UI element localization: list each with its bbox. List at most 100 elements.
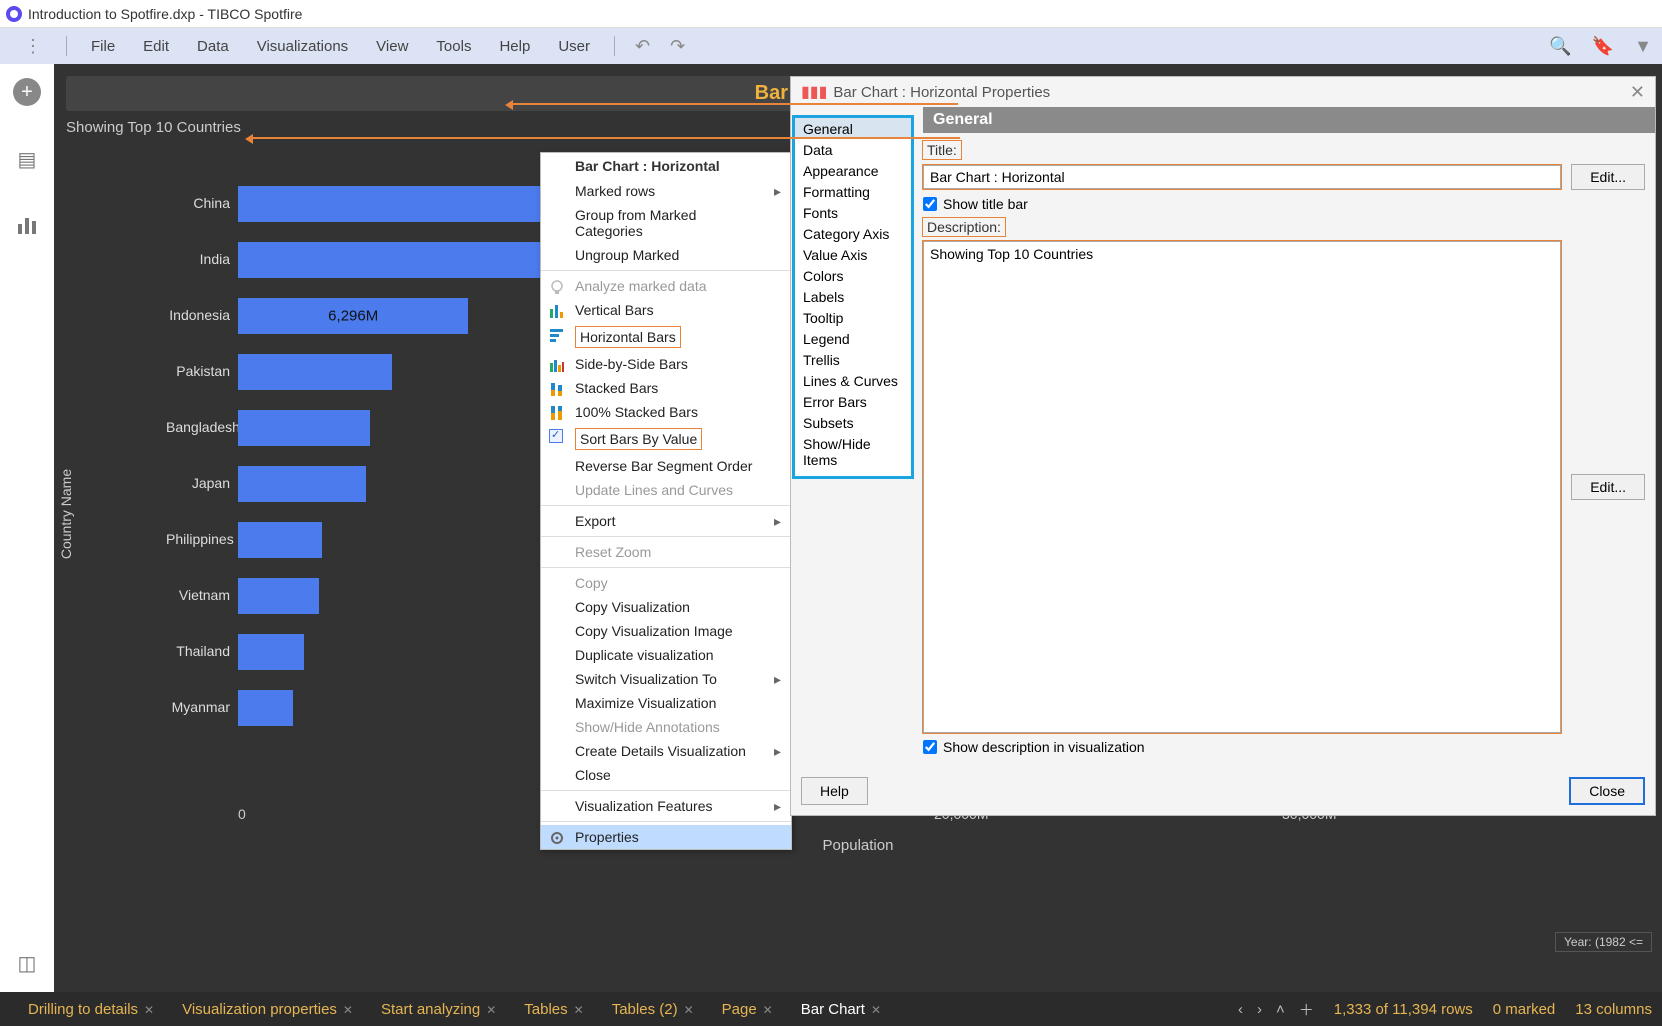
bar-rect[interactable]: 6,296M [238,298,468,334]
menu-user[interactable]: User [544,38,604,55]
page-tab[interactable]: Tables✕ [510,1001,597,1018]
bar-rect[interactable] [238,634,304,670]
search-icon[interactable]: 🔍 [1549,36,1571,57]
context-menu-item[interactable]: Switch Visualization To [541,667,791,691]
context-menu-item[interactable]: Maximize Visualization [541,691,791,715]
edit-title-button[interactable]: Edit... [1571,164,1645,190]
tab-prev-icon[interactable]: ‹ [1238,1001,1243,1018]
tab-close-icon[interactable]: ✕ [343,1003,353,1017]
tab-close-icon[interactable]: ✕ [486,1003,496,1017]
barchart-icon[interactable] [14,212,40,238]
context-menu-item[interactable]: Create Details Visualization [541,739,791,763]
properties-category-item[interactable]: Appearance [795,160,911,181]
properties-category-item[interactable]: Value Axis [795,244,911,265]
properties-category-item[interactable]: Trellis [795,349,911,370]
year-filter-box[interactable]: Year: (1982 <= [1555,932,1652,952]
page-tab-label: Tables (2) [612,1001,678,1018]
context-menu-item[interactable]: Copy Visualization [541,595,791,619]
page-tab[interactable]: Drilling to details✕ [0,1001,168,1018]
context-menu-item[interactable]: Ungroup Marked [541,243,791,267]
bar-rect[interactable] [238,410,370,446]
context-menu-item[interactable]: Vertical Bars [541,298,791,322]
tab-up-icon[interactable]: ˄ [1276,1001,1285,1018]
show-description-checkbox[interactable]: Show description in visualization [923,739,1645,755]
kebab-icon[interactable]: ⋮ [10,36,56,57]
menu-file[interactable]: File [77,38,129,55]
menu-tools[interactable]: Tools [422,38,485,55]
properties-category-item[interactable]: Labels [795,286,911,307]
title-field-label: Title: [923,141,961,159]
properties-category-item[interactable]: Tooltip [795,307,911,328]
properties-category-item[interactable]: Error Bars [795,391,911,412]
filter-icon[interactable]: ▼ [1634,36,1652,57]
bar-rect[interactable] [238,354,392,390]
context-menu-item-label: Reverse Bar Segment Order [575,458,752,474]
menu-help[interactable]: Help [485,38,544,55]
context-menu-item: Analyze marked data [541,274,791,298]
tab-close-icon[interactable]: ✕ [144,1003,154,1017]
context-menu-item[interactable]: Duplicate visualization [541,643,791,667]
properties-category-item[interactable]: Fonts [795,202,911,223]
tab-close-icon[interactable]: ✕ [684,1003,694,1017]
show-titlebar-checkbox[interactable]: Show title bar [923,196,1645,212]
show-titlebar-input[interactable] [923,197,937,211]
menu-data[interactable]: Data [183,38,243,55]
help-button[interactable]: Help [801,777,868,805]
page-tab[interactable]: Page✕ [708,1001,787,1018]
properties-category-item[interactable]: Category Axis [795,223,911,244]
context-menu-item[interactable]: Visualization Features [541,794,791,818]
properties-category-item[interactable]: Formatting [795,181,911,202]
properties-category-item[interactable]: Subsets [795,412,911,433]
context-menu-item[interactable]: Properties [541,825,791,849]
context-menu-item[interactable]: Stacked Bars [541,376,791,400]
bar-rect[interactable] [238,578,319,614]
tab-add-icon[interactable]: ＋ [1299,999,1314,1020]
redo-icon[interactable]: ↷ [660,36,695,57]
context-menu-item[interactable]: Group from Marked Categories [541,203,791,243]
title-input[interactable] [923,165,1561,189]
main-menubar: ⋮ File Edit Data Visualizations View Too… [0,28,1662,64]
properties-category-item[interactable]: Colors [795,265,911,286]
tab-close-icon[interactable]: ✕ [763,1003,773,1017]
close-button[interactable]: Close [1569,777,1645,805]
properties-category-item[interactable]: Data [795,139,911,160]
context-menu-item[interactable]: 100% Stacked Bars [541,400,791,424]
properties-category-item[interactable]: Legend [795,328,911,349]
context-menu-item[interactable]: Copy Visualization Image [541,619,791,643]
tab-next-icon[interactable]: › [1257,1001,1262,1018]
menu-visualizations[interactable]: Visualizations [243,38,362,55]
properties-category-item[interactable]: Show/Hide Items [795,433,911,470]
show-description-input[interactable] [923,740,937,754]
page-tab[interactable]: Bar Chart✕ [787,1001,895,1018]
bookmark-icon[interactable]: 🔖 [1592,36,1614,57]
show-titlebar-label: Show title bar [943,196,1028,212]
context-menu-item-label: Show/Hide Annotations [575,719,720,735]
close-icon[interactable]: ✕ [1630,82,1645,103]
description-textarea[interactable]: Showing Top 10 Countries [923,241,1561,733]
tab-close-icon[interactable]: ✕ [871,1003,881,1017]
context-menu-item[interactable]: Reverse Bar Segment Order [541,454,791,478]
add-icon[interactable]: + [13,78,41,106]
properties-category-item[interactable]: Lines & Curves [795,370,911,391]
tab-close-icon[interactable]: ✕ [574,1003,584,1017]
context-menu-item[interactable]: Close [541,763,791,787]
context-menu-item[interactable]: Side-by-Side Bars [541,352,791,376]
menu-edit[interactable]: Edit [129,38,183,55]
bar-rect[interactable] [238,690,293,726]
undo-icon[interactable]: ↶ [625,36,660,57]
edit-description-button[interactable]: Edit... [1571,474,1645,500]
page-icon[interactable]: ▤ [14,146,40,172]
bar-rect[interactable] [238,522,322,558]
page-tab[interactable]: Tables (2) ✕ [598,1001,708,1018]
context-menu-item[interactable]: Sort Bars By Value [541,424,791,454]
context-menu-item[interactable]: Marked rows [541,179,791,203]
page-tab[interactable]: Start analyzing✕ [367,1001,510,1018]
context-menu-item[interactable]: Horizontal Bars [541,322,791,352]
page-tab[interactable]: Visualization properties✕ [168,1001,367,1018]
bar-rect[interactable] [238,466,366,502]
context-menu-item[interactable]: Export [541,509,791,533]
properties-category-item[interactable]: General [795,118,911,139]
menu-view[interactable]: View [362,38,422,55]
layout-icon[interactable]: ◫ [14,950,40,976]
dialog-section-header: General [923,107,1655,133]
